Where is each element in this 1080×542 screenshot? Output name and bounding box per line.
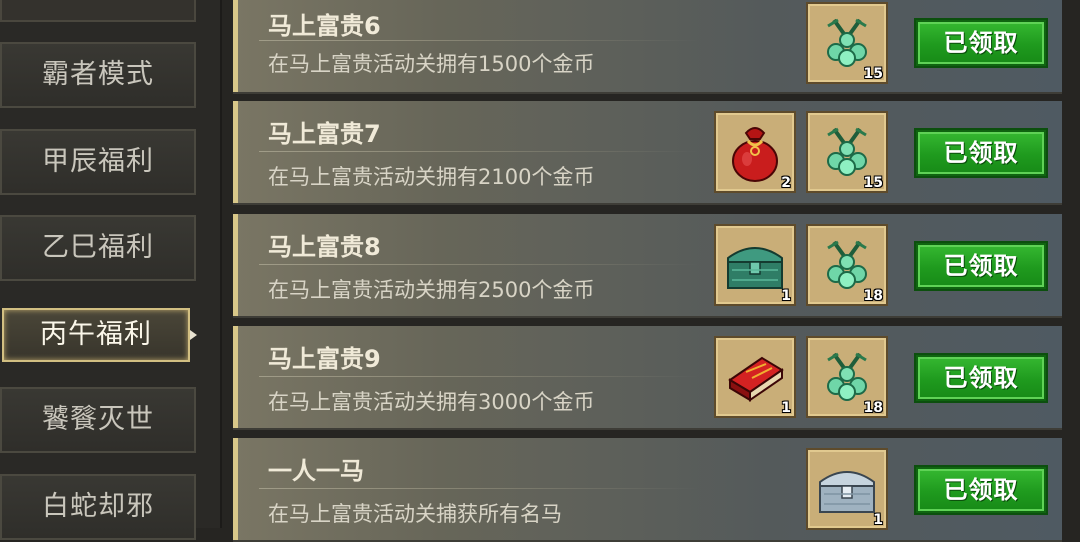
task-row: 一人一马 在马上富贵活动关捕获所有名马 1 已领取 [233, 438, 1062, 542]
title-underline [259, 264, 699, 265]
task-description: 在马上富贵活动关拥有3000个金币 [268, 390, 595, 414]
sidebar-item-partial[interactable] [0, 0, 196, 22]
reward-slot[interactable]: 2 [714, 111, 796, 193]
task-description: 在马上富贵活动关拥有2100个金币 [268, 165, 595, 189]
claimed-button[interactable]: 已领取 [916, 467, 1046, 513]
panel-divider [220, 0, 222, 528]
task-row: 马上富贵7 在马上富贵活动关拥有2100个金币 2 15 已领取 [233, 101, 1062, 205]
reward-quantity: 18 [863, 400, 883, 416]
row-accent-bar [233, 214, 238, 316]
task-row: 马上富贵9 在马上富贵活动关拥有3000个金币 1 18 已领取 [233, 326, 1062, 430]
reward-slot[interactable]: 15 [806, 2, 888, 84]
row-accent-bar [233, 101, 238, 203]
red-book-icon [728, 356, 784, 402]
title-underline [259, 488, 699, 489]
sidebar-item-bingwu[interactable]: 丙午福利 [2, 308, 190, 362]
sidebar-item-jiachen[interactable]: 甲辰福利 [0, 129, 196, 195]
row-accent-bar [233, 438, 238, 540]
sidebar-item-bazhe[interactable]: 霸者模式 [0, 42, 196, 108]
task-row: 马上富贵8 在马上富贵活动关拥有2500个金币 1 18 已领取 [233, 214, 1062, 318]
task-title: 马上富贵9 [268, 345, 381, 373]
reward-slot[interactable]: 18 [806, 224, 888, 306]
red-money-bag-icon [732, 127, 778, 182]
reward-quantity: 15 [863, 175, 883, 191]
reward-quantity: 1 [781, 288, 791, 304]
task-row: 马上富贵6 在马上富贵活动关拥有1500个金币 15 已领取 [233, 0, 1062, 94]
reward-quantity: 15 [863, 66, 883, 82]
silver-chest-icon [819, 471, 875, 513]
claimed-button[interactable]: 已领取 [916, 243, 1046, 289]
jade-chest-icon [727, 247, 783, 289]
reward-slot[interactable]: 15 [806, 111, 888, 193]
sidebar-item-taotie[interactable]: 饕餮灭世 [0, 387, 196, 453]
title-underline [259, 151, 699, 152]
reward-quantity: 18 [863, 288, 883, 304]
category-sidebar: 霸者模式 甲辰福利 乙巳福利 丙午福利 饕餮灭世 白蛇却邪 [0, 0, 220, 540]
active-indicator-arrow-icon [190, 330, 197, 340]
task-title: 一人一马 [268, 457, 364, 485]
task-description: 在马上富贵活动关拥有1500个金币 [268, 52, 595, 76]
task-description: 在马上富贵活动关拥有2500个金币 [268, 278, 595, 302]
sidebar-item-baishe[interactable]: 白蛇却邪 [0, 474, 196, 540]
title-underline [259, 40, 699, 41]
reward-slot[interactable]: 18 [806, 336, 888, 418]
task-title: 马上富贵8 [268, 233, 381, 261]
task-title: 马上富贵6 [268, 12, 381, 40]
title-underline [259, 376, 699, 377]
reward-quantity: 1 [781, 400, 791, 416]
task-description: 在马上富贵活动关捕获所有名马 [268, 502, 562, 526]
reward-slot[interactable]: 1 [714, 336, 796, 418]
claimed-button[interactable]: 已领取 [916, 130, 1046, 176]
claimed-button[interactable]: 已领取 [916, 355, 1046, 401]
claimed-button[interactable]: 已领取 [916, 20, 1046, 66]
sidebar-item-yisi[interactable]: 乙巳福利 [0, 215, 196, 281]
reward-quantity: 2 [781, 175, 791, 191]
task-title: 马上富贵7 [268, 120, 381, 148]
row-accent-bar [233, 326, 238, 428]
reward-slot[interactable]: 1 [714, 224, 796, 306]
row-accent-bar [233, 0, 238, 92]
reward-quantity: 1 [873, 512, 883, 528]
reward-slot[interactable]: 1 [806, 448, 888, 530]
